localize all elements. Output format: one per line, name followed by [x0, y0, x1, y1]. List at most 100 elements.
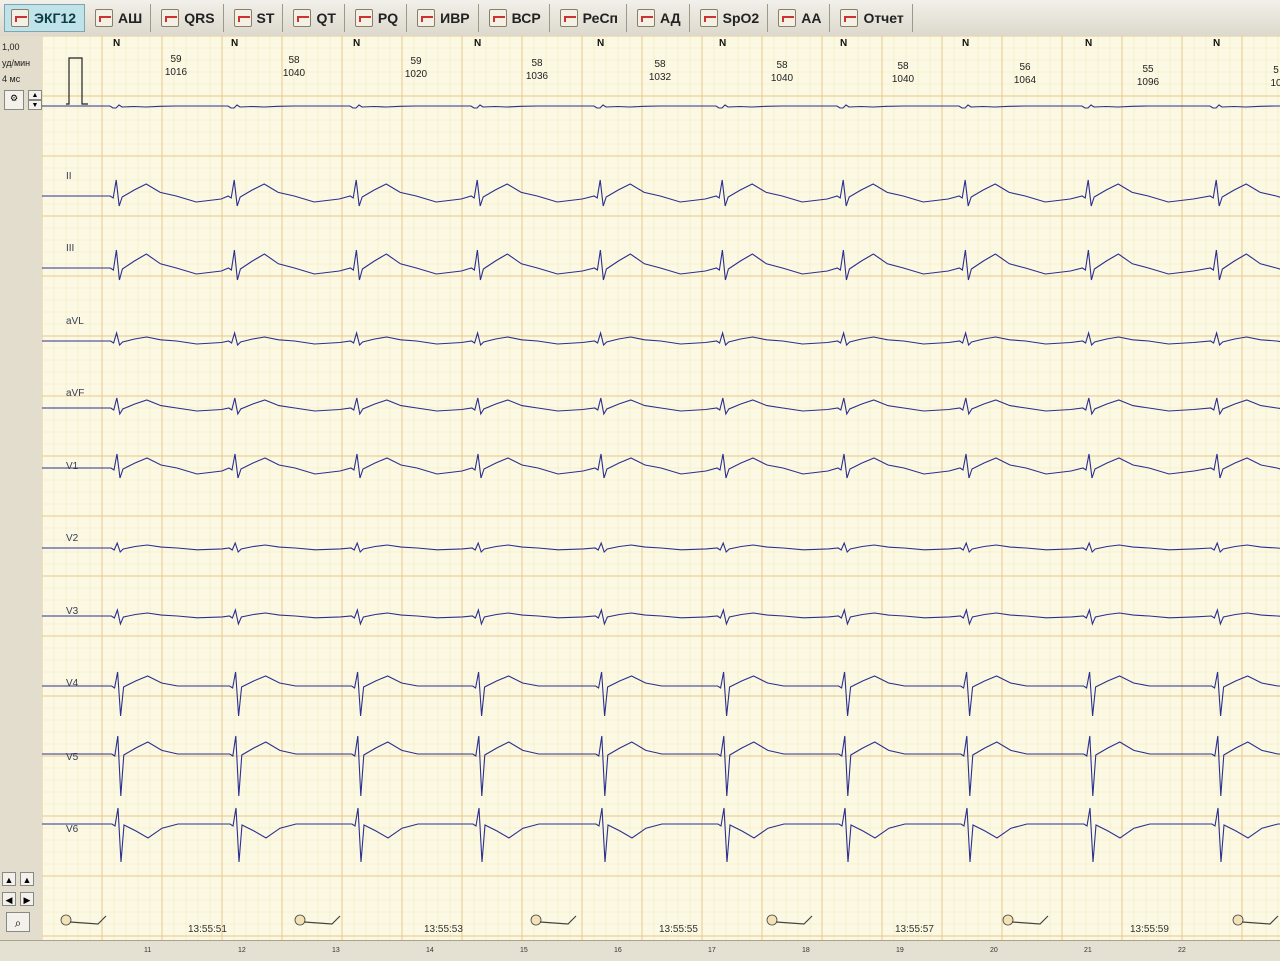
- beat-heart-rate: 5: [1273, 64, 1279, 76]
- chart-icon: [95, 9, 114, 27]
- lead-label-V3: V3: [66, 606, 79, 617]
- qt-icon: [293, 9, 312, 27]
- beat-heart-rate: 58: [288, 55, 300, 67]
- settings-button[interactable]: ⚙: [4, 90, 24, 110]
- beat-rr-interval: 1020: [404, 69, 428, 81]
- beat-type-label: N: [1085, 38, 1093, 49]
- scale-down-button[interactable]: ▼: [28, 100, 42, 110]
- lead-label-II: II: [66, 171, 72, 182]
- second-tick-label: 22: [1178, 947, 1186, 954]
- tab-spo2[interactable]: SpO2: [694, 4, 769, 32]
- grid-major: [42, 36, 1280, 940]
- tab-ecg12[interactable]: ЭКГ12: [4, 4, 86, 32]
- ecg-trace-aVL: [42, 330, 1280, 347]
- ecg-trace-V5: [42, 735, 1280, 797]
- tab-label: РеСп: [582, 10, 619, 26]
- beat-heart-rate: 59: [170, 54, 182, 65]
- beat-type-label: N: [840, 38, 848, 49]
- beat-heart-rate: 55: [1142, 63, 1154, 75]
- second-tick-label: 12: [238, 947, 246, 954]
- beat-rr-interval: 1064: [1013, 75, 1037, 87]
- tab-qrs[interactable]: QRS: [155, 4, 224, 32]
- tab-label: QRS: [184, 10, 215, 26]
- tab-hrv[interactable]: ВСР: [483, 4, 550, 32]
- zoom-icon[interactable]: ⌕: [6, 912, 30, 932]
- tab-label: PQ: [377, 10, 399, 26]
- grid-minor: [42, 36, 1280, 940]
- left-control-panel: 1,00 уд/мин 4 мс ⚙ ▲ ▼ ▲ ▲ ◀ ▶ ⌕: [0, 36, 43, 940]
- tab-qt[interactable]: QT: [287, 4, 345, 32]
- second-tick-label: 11: [144, 947, 152, 954]
- second-tick-label: 20: [990, 947, 998, 954]
- ecg-trace-V4: [42, 671, 1280, 717]
- beat-rr-interval: 1096: [1136, 76, 1160, 88]
- activity-icon: [778, 9, 797, 27]
- lead-label-aVF: aVF: [66, 388, 85, 399]
- tab-label: АА: [801, 10, 822, 26]
- beat-type-label: N: [113, 38, 121, 49]
- lead-label-V1: V1: [66, 461, 79, 472]
- second-tick-label: 17: [708, 947, 716, 954]
- scroll-up-button[interactable]: ▲: [2, 872, 16, 886]
- beat-rr-interval: 1040: [770, 73, 794, 84]
- beat-rr-interval: 1040: [891, 74, 915, 86]
- heart-icon: [417, 9, 436, 27]
- tab-heart[interactable]: ИВР: [411, 4, 479, 32]
- tab-st[interactable]: ST: [228, 4, 284, 32]
- ecg-display-area[interactable]: N 59 1016 N 58 1040 N 59 1020 N 58 1036 N 58 1032 N 58 10…: [42, 36, 1280, 940]
- ecg12-icon: [11, 9, 29, 27]
- bp-icon: [637, 9, 656, 27]
- second-tick-label: 16: [614, 947, 622, 954]
- tab-activity[interactable]: АА: [772, 4, 831, 32]
- st-icon: [233, 9, 252, 27]
- scale-up-button[interactable]: ▲: [28, 90, 42, 100]
- lead-label-III: III: [66, 243, 75, 254]
- tab-label: ST: [256, 10, 275, 26]
- tab-pq[interactable]: PQ: [349, 4, 408, 32]
- tab-label: ЭКГ12: [34, 10, 77, 26]
- tab-label: АШ: [118, 10, 143, 26]
- tab-chart[interactable]: АШ: [89, 4, 152, 32]
- tab-bp[interactable]: АД: [631, 4, 690, 32]
- time-scrollbar[interactable]: 11 12 13 14 15 16 17 18 19 20 21 22: [0, 940, 1280, 961]
- scroll-right-button[interactable]: ▶: [20, 892, 34, 906]
- ecg-trace-V1: [42, 453, 1280, 479]
- lead-label-V2: V2: [66, 533, 79, 544]
- patient-supine-icon: [294, 914, 341, 926]
- beat-type-label: N: [597, 38, 605, 49]
- time-label: 13:55:59: [1130, 924, 1169, 935]
- beat-rr-interval: 10: [1270, 77, 1280, 89]
- beat-heart-rate: 58: [776, 60, 788, 71]
- tab-label: ВСР: [511, 10, 541, 26]
- scale-value: 1,00: [2, 42, 20, 52]
- beat-rr-interval: 1032: [648, 71, 672, 83]
- time-label: 13:55:51: [188, 924, 227, 935]
- ms-value: 4 мс: [2, 74, 21, 84]
- lead-label-aVL: aVL: [66, 316, 84, 327]
- ecg-trace-II: [42, 179, 1280, 207]
- hrv-icon: [488, 9, 507, 27]
- tab-label: QT: [316, 10, 336, 26]
- tab-label: SpO2: [722, 10, 760, 26]
- tab-label: АД: [660, 10, 681, 26]
- scroll-left-button[interactable]: ◀: [2, 892, 16, 906]
- second-tick-label: 14: [426, 947, 434, 954]
- beat-rr-interval: 1040: [282, 68, 306, 80]
- ecg-trace-aVF: [42, 397, 1280, 416]
- scroll-up-fast-button[interactable]: ▲: [20, 872, 34, 886]
- patient-supine-icon: [766, 914, 813, 926]
- beat-type-label: N: [231, 38, 239, 49]
- ecg-trace-V2: [42, 541, 1280, 554]
- patient-supine-icon: [60, 914, 107, 926]
- beat-rr-interval: 1016: [164, 67, 188, 78]
- second-tick-label: 19: [896, 947, 904, 954]
- second-tick-label: 21: [1084, 947, 1092, 954]
- time-label: 13:55:57: [895, 924, 934, 935]
- second-tick-label: 13: [332, 947, 340, 954]
- tab-resp[interactable]: РеСп: [554, 4, 628, 32]
- tab-report[interactable]: Отчет: [834, 4, 913, 32]
- patient-supine-icon: [1232, 914, 1279, 926]
- ecg-grid-svg: [42, 36, 1280, 940]
- rate-unit-label: уд/мин: [2, 58, 31, 68]
- tab-label: Отчет: [863, 10, 904, 26]
